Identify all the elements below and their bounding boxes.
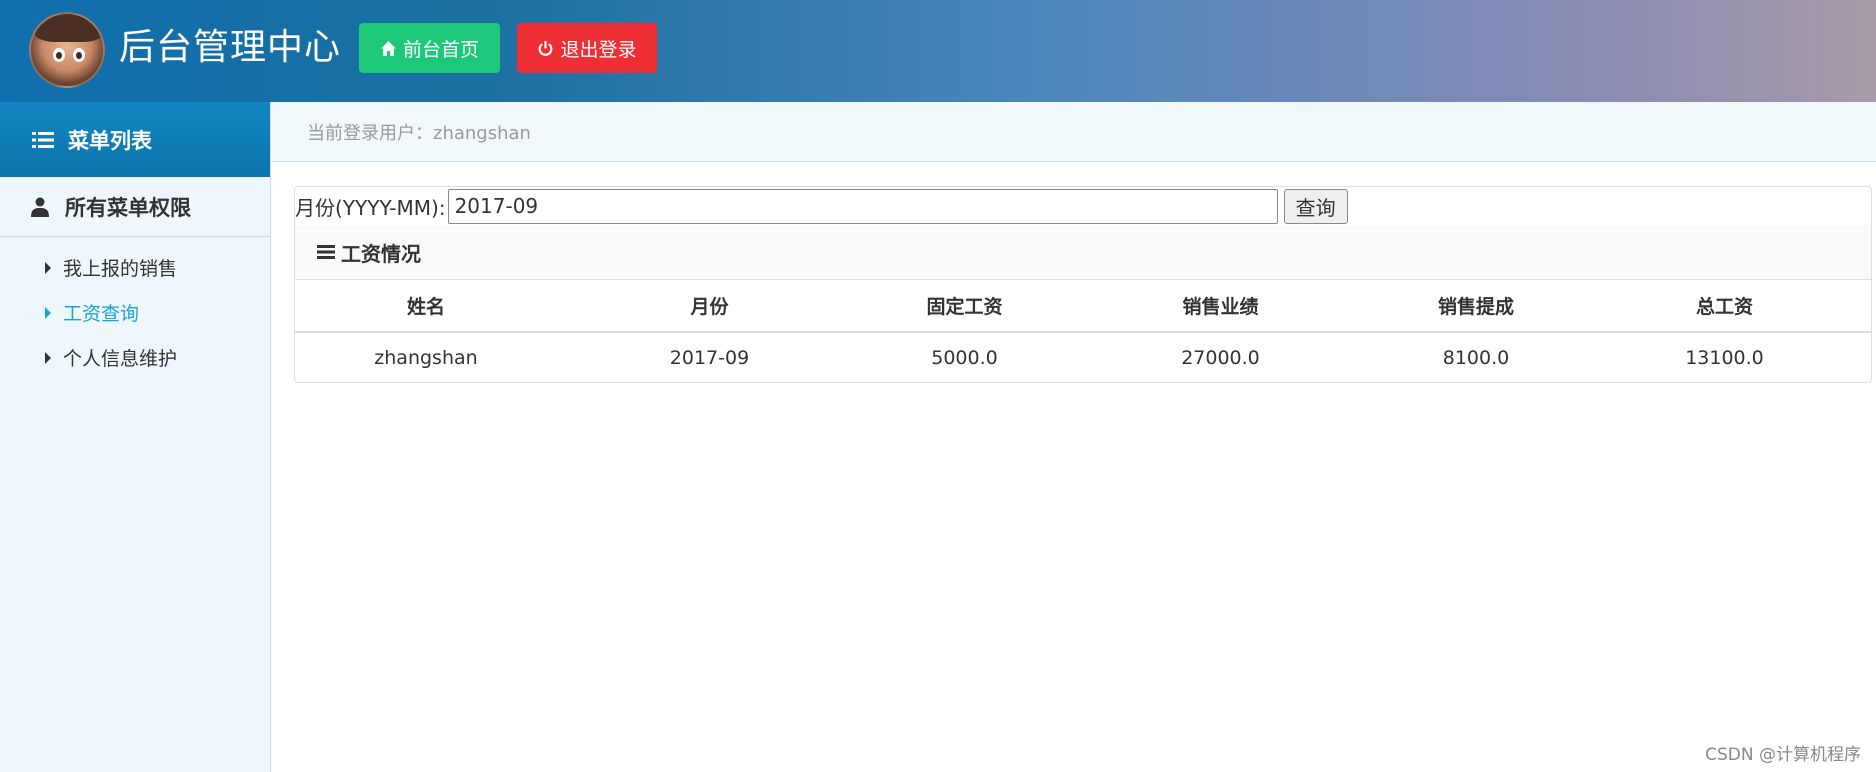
logout-button[interactable]: 退出登录: [517, 23, 657, 73]
power-icon: [539, 40, 553, 56]
watermark: CSDN @计算机程序: [1705, 745, 1861, 765]
table-cell: zhangshan: [374, 346, 478, 369]
sidebar-item-salary-query[interactable]: 工资查询: [0, 290, 270, 335]
column-header: 固定工资: [862, 280, 1067, 333]
top-header: 后台管理中心 前台首页 退出登录: [0, 0, 1876, 102]
caret-right-icon: [45, 306, 51, 319]
menu-group-label: 所有菜单权限: [65, 195, 191, 220]
sidebar: 菜单列表 所有菜单权限 我上报的销售 工资查询 个人信息维护: [0, 102, 271, 772]
current-user-text: 当前登录用户：zhangshan: [307, 122, 531, 144]
avatar: [29, 12, 105, 88]
home-icon: [381, 40, 396, 56]
table-cell: 5000.0: [931, 346, 998, 369]
home-button[interactable]: 前台首页: [359, 23, 500, 73]
month-label: 月份(YYYY-MM):: [295, 195, 446, 220]
list-icon: [32, 131, 54, 148]
home-button-label: 前台首页: [402, 39, 479, 61]
app-title: 后台管理中心: [119, 27, 342, 68]
table-cell: 13100.0: [1685, 346, 1764, 369]
column-header: 销售业绩: [1067, 280, 1374, 333]
table-cell: 27000.0: [1181, 346, 1260, 369]
panel-title: 工资情况: [295, 225, 1871, 280]
breadcrumb: 当前登录用户：zhangshan: [272, 102, 1876, 162]
table-row: zhangshan 2017-09 5000.0 27000.0 8100.0 …: [295, 332, 1871, 382]
column-header: 月份: [557, 280, 862, 333]
panel-title-label: 工资情况: [341, 241, 421, 266]
table-cell: 8100.0: [1442, 346, 1510, 369]
column-header: 姓名: [295, 280, 557, 333]
menu-group-title[interactable]: 所有菜单权限: [0, 177, 270, 237]
sidebar-heading-label: 菜单列表: [68, 128, 152, 153]
sidebar-item-label: 我上报的销售: [63, 258, 178, 280]
column-header: 销售提成: [1374, 280, 1578, 333]
bars-icon: [317, 245, 335, 259]
logout-button-label: 退出登录: [560, 39, 637, 61]
table-header-row: 姓名 月份 固定工资 销售业绩 销售提成 总工资: [295, 280, 1871, 333]
sidebar-heading: 菜单列表: [0, 102, 270, 177]
table-cell: 2017-09: [669, 346, 750, 369]
caret-right-icon: [45, 351, 51, 364]
query-button[interactable]: 查询: [1283, 188, 1348, 224]
column-header: 总工资: [1578, 280, 1871, 333]
sidebar-menu: 我上报的销售 工资查询 个人信息维护: [0, 237, 270, 380]
sidebar-item-my-sales[interactable]: 我上报的销售: [0, 245, 270, 290]
caret-right-icon: [45, 261, 51, 274]
month-input[interactable]: [447, 188, 1278, 224]
user-icon: [31, 197, 49, 217]
salary-panel: 月份(YYYY-MM): 查询 工资情况 姓名 月份 固定工资 销售业绩 销售提…: [294, 186, 1872, 383]
salary-table: 姓名 月份 固定工资 销售业绩 销售提成 总工资 zhangshan 2017-…: [295, 280, 1871, 382]
sidebar-item-label: 个人信息维护: [63, 348, 178, 370]
search-form: 月份(YYYY-MM): 查询: [295, 187, 1871, 225]
sidebar-item-profile[interactable]: 个人信息维护: [0, 335, 270, 380]
sidebar-item-label: 工资查询: [63, 303, 140, 325]
